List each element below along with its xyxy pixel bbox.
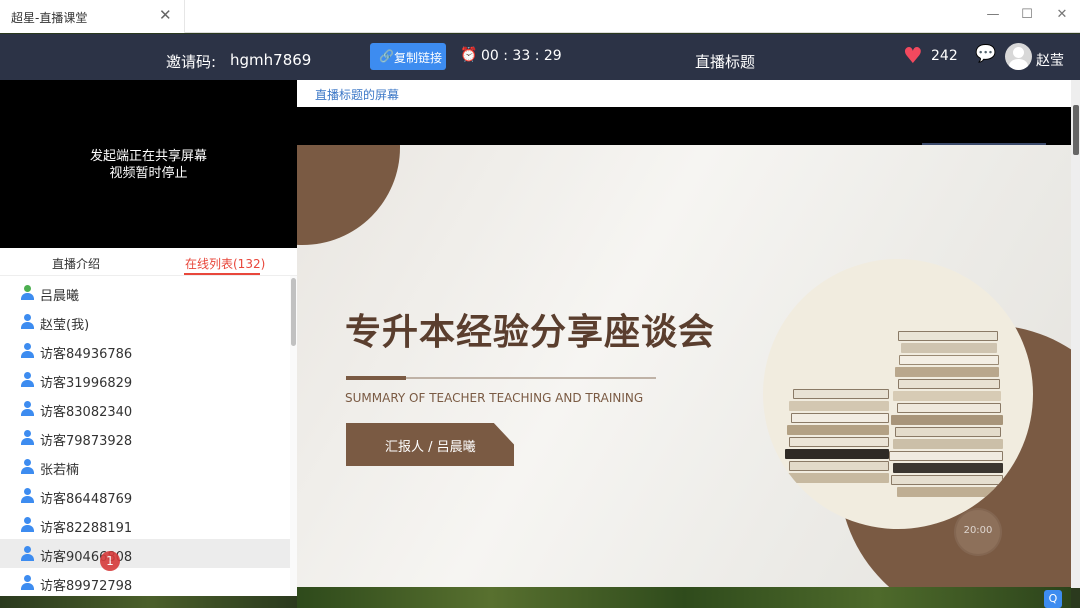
chat-bubble-icon[interactable]: 💬	[975, 44, 996, 64]
screen-scrollbar-thumb[interactable]	[1073, 105, 1079, 155]
maximize-icon[interactable]: ☐	[1017, 7, 1037, 22]
user-icon	[20, 401, 35, 416]
slide-divider	[406, 377, 656, 379]
presenter-video: 发起端正在共享屏幕 视频暂时停止	[0, 80, 297, 248]
online-user-row[interactable]: 访客83082340	[0, 394, 290, 423]
user-icon	[20, 488, 35, 503]
screen-title-bar: 直播标题的屏幕	[297, 80, 1071, 107]
screen-letterbox	[297, 107, 1071, 145]
tray-app-icon[interactable]: Q	[1044, 590, 1062, 608]
online-user-name: 吕晨曦	[40, 289, 80, 304]
online-user-name: 张若楠	[40, 463, 80, 478]
desktop-background	[0, 596, 297, 608]
slide-subtitle: SUMMARY OF TEACHER TEACHING AND TRAINING	[345, 391, 644, 405]
slide-divider-accent	[346, 376, 406, 380]
user-icon	[20, 517, 35, 532]
desktop-background-strip	[297, 587, 1071, 608]
panel-tabs: 直播介绍 在线列表(132)	[0, 248, 297, 276]
slide-decor-circle	[297, 145, 400, 245]
list-scrollbar-thumb[interactable]	[291, 278, 296, 346]
slide-reporter-tag: 汇报人 / 吕晨曦	[346, 423, 514, 466]
user-icon	[20, 372, 35, 387]
link-icon: 🔗	[379, 49, 394, 63]
user-avatar-icon[interactable]	[1005, 43, 1032, 70]
online-user-name: 访客31996829	[40, 376, 133, 391]
tab-live-intro[interactable]: 直播介绍	[52, 255, 100, 272]
browser-tab[interactable]: 超星-直播课堂 ✕	[0, 0, 185, 33]
online-user-name: 访客82288191	[40, 521, 133, 536]
like-count: 242	[931, 48, 958, 64]
screen-title: 直播标题的屏幕	[315, 88, 400, 102]
screen-scrollbar-track[interactable]	[1071, 80, 1080, 588]
tab-close-icon[interactable]: ✕	[159, 6, 172, 24]
window-titlebar: 超星-直播课堂 ✕ — ☐ ✕	[0, 0, 1080, 33]
alarm-clock-icon: ⏰	[460, 47, 478, 63]
online-user-name: 访客79873928	[40, 434, 133, 449]
slide-title: 专升本经验分享座谈会	[345, 312, 716, 353]
user-name[interactable]: 赵莹	[1036, 50, 1064, 70]
invite-code-label: 邀请码:	[166, 53, 217, 71]
invite-code-value: hgmh7869	[230, 51, 312, 69]
online-user-row[interactable]: 访客79873928	[0, 423, 290, 452]
online-user-name: 访客89972798	[40, 579, 133, 594]
online-user-row[interactable]: 赵莹(我)	[0, 307, 290, 336]
copy-link-button[interactable]: 🔗 复制链接	[370, 43, 446, 70]
slide-timer-overlay: 20:00	[954, 508, 1002, 556]
user-icon	[20, 575, 35, 590]
user-icon	[20, 430, 35, 445]
live-title: 直播标题	[695, 53, 756, 71]
online-user-name: 访客84936786	[40, 347, 133, 362]
heart-icon[interactable]: ♥	[903, 44, 923, 69]
active-tab-indicator	[184, 273, 260, 275]
minimize-icon[interactable]: —	[983, 7, 1003, 22]
online-user-row[interactable]: 访客82288191	[0, 510, 290, 539]
slide-reporter: 汇报人 / 吕晨曦	[385, 440, 476, 455]
online-user-name: 访客83082340	[40, 405, 133, 420]
user-icon	[20, 546, 35, 561]
window-close-icon[interactable]: ✕	[1052, 7, 1072, 22]
online-user-list: 吕晨曦赵莹(我) 访客84936786 访客31996829 访客83082340 访客…	[0, 276, 297, 596]
books-image	[763, 259, 1033, 529]
online-user-row[interactable]: 吕晨曦	[0, 278, 290, 307]
online-user-row[interactable]: 访客86448769	[0, 481, 290, 510]
online-user-row[interactable]: 访客89972798	[0, 568, 290, 596]
user-icon	[20, 459, 35, 474]
host-user-icon	[20, 285, 35, 300]
step-marker: 1	[100, 551, 120, 571]
online-user-row[interactable]: 访客31996829	[0, 365, 290, 394]
user-icon	[20, 343, 35, 358]
shared-slide: 专升本经验分享座谈会 SUMMARY OF TEACHER TEACHING A…	[297, 145, 1071, 587]
copy-link-label: 复制链接	[394, 51, 443, 65]
live-header: 邀请码: hgmh7869 🔗 复制链接 ⏰ 00 : 33 : 29 直播标题…	[0, 34, 1080, 80]
online-user-name: 访客86448769	[40, 492, 133, 507]
user-icon	[20, 314, 35, 329]
tab-online-list[interactable]: 在线列表(132)	[185, 255, 265, 272]
online-user-row[interactable]: 访客90466808	[0, 539, 290, 568]
online-user-row[interactable]: 访客84936786	[0, 336, 290, 365]
online-user-name: 赵莹(我)	[40, 318, 90, 333]
video-paused-notice: 视频暂时停止	[109, 166, 188, 181]
slide-timer-text: 20:00	[963, 525, 993, 536]
online-user-row[interactable]: 张若楠	[0, 452, 290, 481]
tab-title: 超星-直播课堂	[11, 11, 88, 25]
live-timer: 00 : 33 : 29	[481, 48, 562, 64]
